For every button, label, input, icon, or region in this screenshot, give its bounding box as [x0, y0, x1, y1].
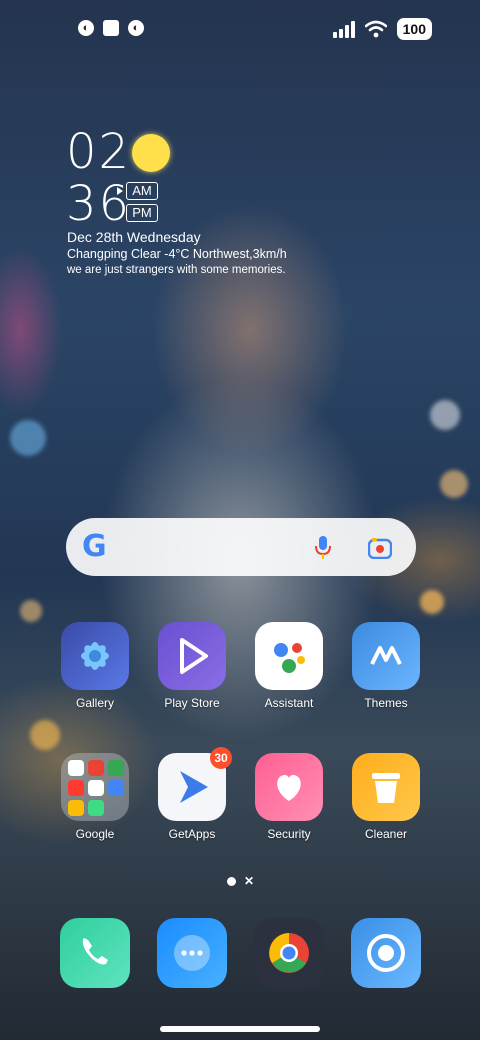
dock-camera[interactable] [338, 918, 434, 988]
am-label: AM [117, 182, 158, 200]
app-label: Assistant [264, 696, 314, 710]
cleaner-icon [352, 753, 420, 821]
am-pm-indicator: AM PM [117, 182, 158, 226]
app-cleaner[interactable]: Cleaner [338, 753, 434, 841]
page-dot-close-icon[interactable]: ✕ [244, 875, 254, 887]
home-gesture-bar[interactable] [160, 1026, 320, 1032]
date-text: Dec 28th Wednesday [67, 229, 201, 245]
app-label: Gallery [75, 696, 114, 710]
messaging-icon [157, 918, 227, 988]
play-store-icon [158, 622, 226, 690]
notification-badge: 30 [210, 747, 232, 769]
system-indicators: 100 [332, 18, 432, 40]
chrome-icon [254, 918, 324, 988]
gallery-icon [61, 622, 129, 690]
app-label: Themes [364, 696, 408, 710]
camera-notification-icon: ◐ [128, 20, 144, 36]
wifi-icon [364, 20, 387, 38]
assistant-icon [255, 622, 323, 690]
background-light [440, 470, 468, 498]
dock-messaging[interactable] [144, 918, 240, 988]
app-label: GetApps [168, 827, 216, 841]
notification-icons: ◐ ◐ [78, 20, 144, 36]
security-icon [255, 753, 323, 821]
sun-weather-icon [132, 134, 170, 172]
pm-label: PM [126, 204, 158, 222]
page-indicator[interactable]: ✕ [227, 875, 254, 887]
app-assistant[interactable]: Assistant [241, 622, 337, 710]
app-google-folder[interactable]: Google [47, 753, 143, 841]
app-gallery[interactable]: Gallery [47, 622, 143, 710]
app-label: Cleaner [364, 827, 408, 841]
google-search-bar[interactable]: G [66, 518, 416, 576]
quote-text: we are just strangers with some memories… [67, 264, 286, 276]
clock-widget[interactable]: 02 36 AM PM [66, 124, 306, 228]
dock-chrome[interactable] [241, 918, 337, 988]
app-play-store[interactable]: Play Store [144, 622, 240, 710]
app-security[interactable]: Security [241, 753, 337, 841]
app-label: Security [267, 827, 311, 841]
app-getapps[interactable]: 30 GetApps [144, 747, 240, 841]
background-light [420, 590, 444, 614]
background-light [430, 400, 460, 430]
dock-phone[interactable] [47, 918, 143, 988]
phone-icon [60, 918, 130, 988]
mic-icon[interactable] [314, 535, 332, 561]
background-light [20, 600, 42, 622]
page-dot-active[interactable] [227, 876, 236, 886]
camera-notification-icon: ◐ [78, 20, 94, 36]
lens-icon[interactable] [368, 537, 392, 559]
app-label: Google [75, 827, 115, 841]
weather-text: Changping Clear -4°C Northwest,3km/h [67, 247, 287, 261]
background-light [30, 720, 60, 750]
signal-icon [332, 20, 355, 38]
battery-indicator: 100 [396, 18, 432, 40]
app-themes[interactable]: Themes [338, 622, 434, 710]
app-label: Play Store [164, 696, 220, 710]
google-logo-icon: G [82, 529, 107, 564]
themes-icon [352, 622, 420, 690]
getapps-icon: 30 [158, 747, 232, 821]
clock-hour: 02 [66, 124, 132, 180]
square-notification-icon [103, 20, 119, 36]
background-light [10, 420, 46, 456]
folder-icon [61, 753, 129, 821]
camera-icon [351, 918, 421, 988]
status-bar: ◐ ◐ 100 [0, 14, 480, 42]
